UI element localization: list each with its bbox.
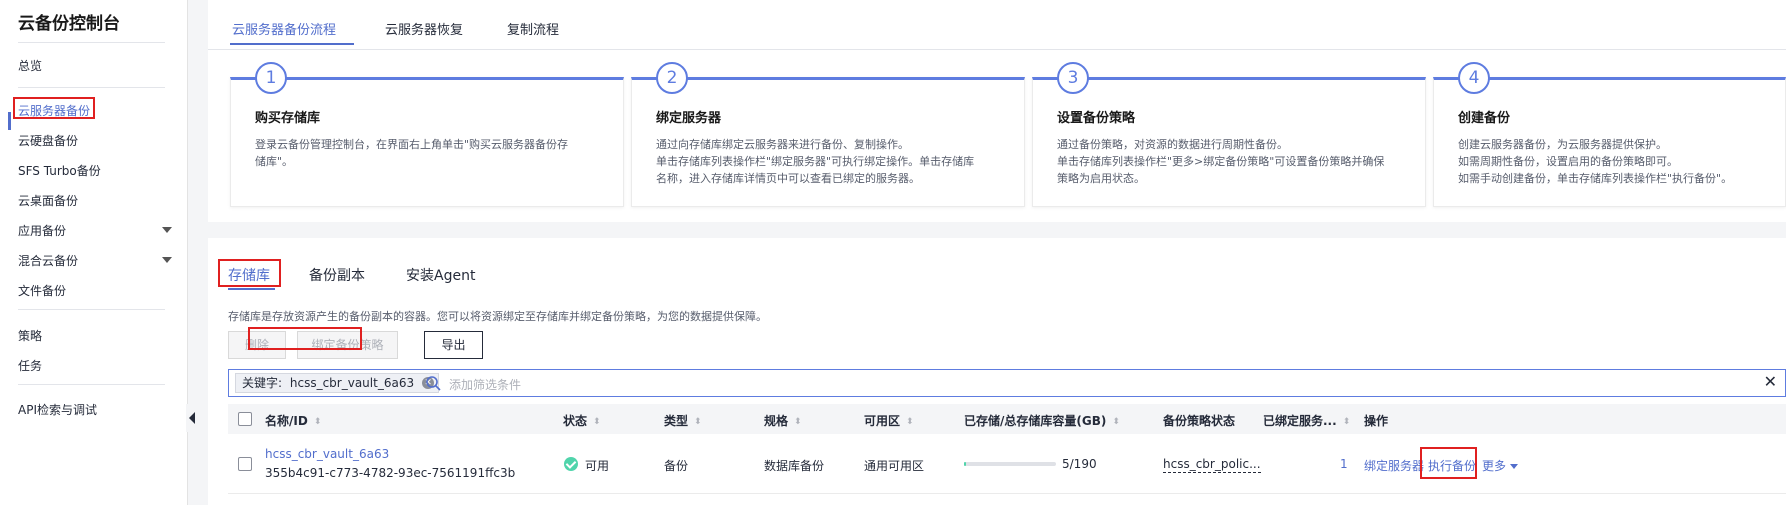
search-icon	[426, 376, 441, 391]
capacity-progress-fill	[964, 462, 966, 466]
table-row: hcss_cbr_vault_6a63 355b4c91-c773-4782-9…	[228, 434, 1786, 494]
step-title: 创建备份	[1458, 111, 1511, 126]
active-tab-underline	[230, 43, 354, 45]
sidebar-item-policies[interactable]: 策略	[18, 327, 42, 344]
capacity-text: 5/190	[1062, 457, 1097, 471]
step-card-4: 4 创建备份 创建云服务器备份，为云服务器提供保护。 如需周期性备份，设置启用的…	[1433, 62, 1786, 207]
status-ok-icon	[564, 457, 578, 471]
status-text: 可用	[585, 459, 610, 473]
bind-server-link[interactable]: 绑定服务器	[1364, 457, 1424, 474]
execute-backup-link[interactable]: 执行备份	[1428, 457, 1476, 474]
column-header-actions: 操作	[1364, 414, 1389, 428]
bind-policy-button[interactable]: 绑定备份策略	[297, 331, 398, 359]
sidebar-item-hybrid-backup[interactable]: 混合云备份	[18, 252, 178, 269]
column-header-type[interactable]: 类型 ⬍	[664, 412, 702, 429]
sidebar-item-api-explorer[interactable]: API检索与调试	[18, 401, 97, 418]
policy-name[interactable]: hcss_cbr_polic...	[1163, 457, 1261, 473]
column-header-bound-servers[interactable]: 已绑定服务... ⬍	[1263, 412, 1350, 429]
vault-spec: 数据库备份	[764, 459, 825, 473]
sort-icon[interactable]: ⬍	[1343, 417, 1351, 427]
vault-type: 备份	[664, 459, 689, 473]
tab-ecs-restore[interactable]: 云服务器恢复	[385, 19, 463, 38]
active-tab-underline	[228, 288, 275, 290]
sidebar-item-sfs-turbo-backup[interactable]: SFS Turbo备份	[18, 162, 101, 179]
step-description: 登录云备份管理控制台，在界面右上角单击"购买云服务器备份存 储库"。	[255, 138, 569, 168]
column-header-status[interactable]: 状态 ⬍	[563, 412, 601, 429]
column-header-az[interactable]: 可用区 ⬍	[864, 412, 914, 429]
sidebar-item-app-backup[interactable]: 应用备份	[18, 222, 178, 239]
vault-az: 通用可用区	[864, 459, 925, 473]
sort-icon[interactable]: ⬍	[1112, 417, 1120, 427]
divider	[18, 384, 165, 385]
tab-vaults[interactable]: 存储库	[228, 265, 270, 285]
divider	[18, 87, 165, 88]
vault-description: 存储库是存放资源产生的备份副本的容器。您可以将资源绑定至存储库并绑定备份策略，为…	[228, 310, 767, 323]
chevron-left-icon	[189, 412, 195, 424]
step-title: 购买存储库	[255, 111, 321, 126]
sidebar-item-label: 应用备份	[18, 224, 67, 238]
filter-placeholder[interactable]: 添加筛选条件	[449, 376, 521, 393]
vault-id: 355b4c91-c773-4782-93ec-7561191ffc3b	[265, 466, 516, 480]
step-title: 设置备份策略	[1057, 111, 1136, 126]
tab-ecs-backup-process[interactable]: 云服务器备份流程	[232, 19, 336, 38]
step-number: 4	[1458, 62, 1490, 94]
divider	[18, 42, 165, 43]
vault-name-link[interactable]: hcss_cbr_vault_6a63	[265, 447, 389, 461]
console-title: 云备份控制台	[18, 14, 120, 34]
sort-icon[interactable]: ⬍	[794, 417, 802, 427]
step-card-1: 1 购买存储库 登录云备份管理控制台，在界面右上角单击"购买云服务器备份存 储库…	[230, 62, 624, 207]
sort-icon[interactable]: ⬍	[314, 417, 322, 427]
sidebar-item-desktop-backup[interactable]: 云桌面备份	[18, 192, 78, 209]
more-dropdown[interactable]: 更多	[1482, 457, 1519, 474]
chevron-down-icon	[1510, 464, 1519, 469]
sidebar: 云备份控制台 总览 云服务器备份 云硬盘备份 SFS Turbo备份 云桌面备份…	[0, 0, 188, 505]
sidebar-item-overview[interactable]: 总览	[18, 57, 42, 74]
tab-install-agent[interactable]: 安装Agent	[406, 265, 475, 285]
clear-filter-icon[interactable]: ✕	[1764, 372, 1777, 391]
row-checkbox[interactable]	[238, 457, 252, 471]
export-button[interactable]: 导出	[424, 331, 483, 359]
select-all-checkbox[interactable]	[238, 412, 252, 426]
active-indicator	[8, 112, 11, 130]
sidebar-collapse-handle[interactable]	[186, 404, 198, 432]
step-number: 2	[656, 62, 688, 94]
sidebar-item-label: 混合云备份	[18, 254, 79, 268]
column-header-name[interactable]: 名称/ID ⬍	[265, 412, 321, 429]
bound-servers-count[interactable]: 1	[1340, 457, 1348, 471]
capacity-progress-bar	[964, 462, 1056, 466]
process-card: 云服务器备份流程 云服务器恢复 复制流程 1 购买存储库 登录云备份管理控制台，…	[208, 0, 1786, 222]
vault-list-card: 存储库 备份副本 安装Agent 存储库是存放资源产生的备份副本的容器。您可以将…	[208, 238, 1786, 505]
divider	[208, 49, 1786, 50]
step-title: 绑定服务器	[656, 111, 722, 126]
chevron-down-icon	[162, 257, 172, 263]
more-label: 更多	[1482, 459, 1507, 473]
sidebar-item-file-backup[interactable]: 文件备份	[18, 282, 66, 299]
column-header-capacity[interactable]: 已存储/总存储库容量(GB) ⬍	[964, 412, 1120, 429]
sort-icon[interactable]: ⬍	[906, 417, 914, 427]
step-description: 通过向存储库绑定云服务器来进行备份、复制操作。 单击存储库列表操作栏"绑定服务器…	[656, 138, 975, 185]
column-header-policy-status: 备份策略状态	[1163, 414, 1236, 428]
chevron-down-icon	[162, 227, 172, 233]
step-number: 1	[255, 62, 287, 94]
step-number: 3	[1057, 62, 1089, 94]
tab-replication-process[interactable]: 复制流程	[507, 19, 559, 38]
keyword-filter-chip[interactable]: 关键字: hcss_cbr_vault_6a63 ✕	[235, 373, 440, 393]
chip-key: 关键字:	[242, 376, 283, 390]
divider	[18, 309, 165, 310]
sidebar-item-tasks[interactable]: 任务	[18, 357, 42, 374]
step-description: 通过备份策略，对资源的数据进行周期性备份。 单击存储库列表操作栏"更多>绑定备份…	[1057, 138, 1385, 185]
sidebar-item-ecs-backup[interactable]: 云服务器备份	[18, 102, 90, 119]
sort-icon[interactable]: ⬍	[694, 417, 702, 427]
step-card-3: 3 设置备份策略 通过备份策略，对资源的数据进行周期性备份。 单击存储库列表操作…	[1032, 62, 1426, 207]
chip-value: hcss_cbr_vault_6a63	[289, 376, 415, 390]
sort-icon[interactable]: ⬍	[593, 417, 601, 427]
sidebar-item-disk-backup[interactable]: 云硬盘备份	[18, 132, 78, 149]
tab-backup-replicas[interactable]: 备份副本	[309, 265, 365, 285]
step-card-2: 2 绑定服务器 通过向存储库绑定云服务器来进行备份、复制操作。 单击存储库列表操…	[631, 62, 1025, 207]
delete-button[interactable]: 删除	[228, 331, 286, 359]
step-description: 创建云服务器备份，为云服务器提供保护。 如需周期性备份，设置启用的备份策略即可。…	[1458, 138, 1733, 185]
column-header-spec[interactable]: 规格 ⬍	[764, 412, 802, 429]
search-filter-bar[interactable]: 关键字: hcss_cbr_vault_6a63 ✕ 添加筛选条件 ✕	[228, 369, 1786, 397]
table-header: 名称/ID ⬍ 状态 ⬍ 类型 ⬍ 规格 ⬍ 可用区 ⬍ 已存储/总存储库容量(GB) ⬍ …	[228, 404, 1786, 434]
